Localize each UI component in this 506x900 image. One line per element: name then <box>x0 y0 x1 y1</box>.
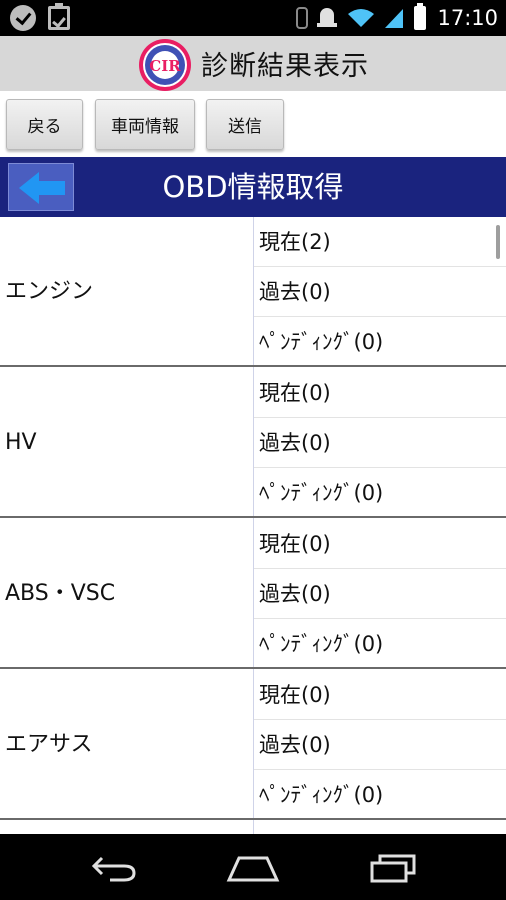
wifi-icon <box>348 9 375 27</box>
section-title: OBD情報取得 <box>162 170 344 204</box>
group-hv: HV 現在(0) 過去(0) ﾍﾟﾝﾃﾞｨﾝｸﾞ(0) <box>0 368 506 518</box>
list-item-past[interactable]: 過去(0) <box>254 267 506 317</box>
list-item-pending[interactable]: ﾍﾟﾝﾃﾞｨﾝｸﾞ(0) <box>254 770 506 820</box>
group-label: エンジン <box>5 279 94 304</box>
group-abs-vsc: ABS・VSC 現在(0) 過去(0) ﾍﾟﾝﾃﾞｨﾝｸﾞ(0) <box>0 519 506 669</box>
nav-recents-icon[interactable] <box>363 846 423 888</box>
toolbar: 戻る 車両情報 送信 <box>0 91 506 157</box>
nav-back-icon[interactable] <box>83 846 143 888</box>
list-item-current[interactable]: 現在(0) <box>254 670 506 720</box>
page-title: 診断結果表示 <box>201 51 369 82</box>
nav-home-icon[interactable] <box>223 846 283 888</box>
section-header: OBD情報取得 <box>0 157 506 217</box>
group-label: HV <box>5 430 37 455</box>
group-engine: エンジン 現在(2) 過去(0) ﾍﾟﾝﾃﾞｨﾝｸﾞ(0) <box>0 217 506 367</box>
list-item-past[interactable]: 過去(0) <box>254 720 506 770</box>
navigation-bar <box>0 834 506 900</box>
app-title-bar: CIR 診断結果表示 <box>0 36 506 91</box>
list-item-pending[interactable]: ﾍﾟﾝﾃﾞｨﾝｸﾞ(0) <box>254 619 506 669</box>
scrollbar[interactable] <box>496 225 500 259</box>
list-item-pending[interactable]: ﾍﾟﾝﾃﾞｨﾝｸﾞ(0) <box>254 468 506 518</box>
logo-text: CIR <box>149 57 181 75</box>
battery-icon <box>414 3 427 30</box>
vehicle-info-button[interactable]: 車両情報 <box>95 99 195 150</box>
list-item-pending[interactable]: ﾍﾟﾝﾃﾞｨﾝｸﾞ(0) <box>254 317 506 367</box>
send-button[interactable]: 送信 <box>206 99 284 150</box>
clipboard-icon <box>48 3 70 30</box>
group-label: ABS・VSC <box>5 581 116 606</box>
bluetooth-icon <box>296 7 309 29</box>
list-item-past[interactable]: 過去(0) <box>254 418 506 468</box>
status-time: 17:10 <box>437 6 498 30</box>
list-item-current[interactable]: 現在(2) <box>254 217 506 267</box>
status-bar: 17:10 <box>0 0 506 36</box>
alarm-icon <box>317 7 339 29</box>
check-icon <box>10 5 36 31</box>
list-item-past[interactable]: 過去(0) <box>254 569 506 619</box>
group-air-suspension: エアサス 現在(0) 過去(0) ﾍﾟﾝﾃﾞｨﾝｸﾞ(0) <box>0 670 506 820</box>
group-label: エアサス <box>5 732 93 757</box>
signal-icon <box>385 9 404 28</box>
cir-logo: CIR <box>139 38 191 91</box>
list-item-current[interactable]: 現在(0) <box>254 368 506 418</box>
back-button[interactable]: 戻る <box>6 99 83 150</box>
list-item-current[interactable]: 現在(0) <box>254 519 506 569</box>
obd-result-list: エンジン 現在(2) 過去(0) ﾍﾟﾝﾃﾞｨﾝｸﾞ(0) HV 現在(0) 過… <box>0 217 506 834</box>
